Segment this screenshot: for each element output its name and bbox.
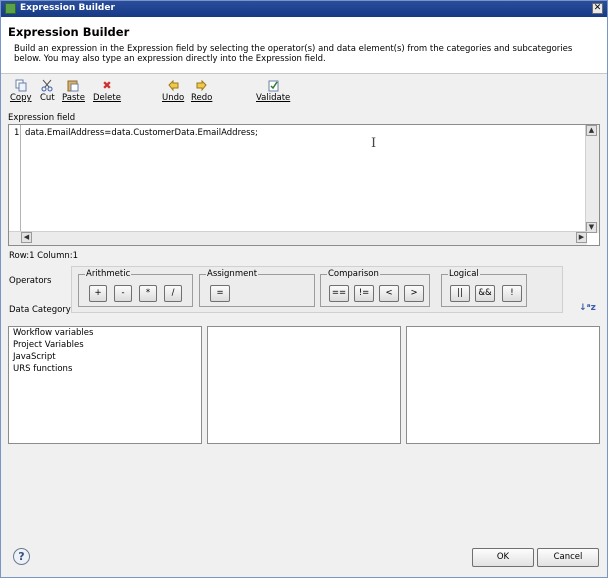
window-title: Expression Builder bbox=[20, 3, 115, 13]
assignment-label: Assignment bbox=[206, 269, 259, 279]
app-icon bbox=[5, 3, 16, 14]
horizontal-scrollbar[interactable]: ◀ ▶ bbox=[9, 231, 587, 245]
redo-button[interactable]: Redo bbox=[191, 79, 212, 103]
logical-label: Logical bbox=[448, 269, 480, 279]
plus-button[interactable]: + bbox=[89, 285, 107, 302]
cut-label: Cut bbox=[40, 93, 55, 103]
validate-icon bbox=[266, 79, 280, 92]
redo-icon bbox=[195, 79, 209, 92]
paste-icon bbox=[66, 79, 80, 92]
subcategory-list[interactable] bbox=[207, 326, 401, 444]
text-cursor-icon: I bbox=[371, 136, 377, 151]
copy-label: Copy bbox=[10, 93, 32, 103]
scroll-down-icon[interactable]: ▼ bbox=[586, 222, 597, 233]
title-bar: Expression Builder ✕ bbox=[1, 1, 607, 17]
validate-label: Validate bbox=[256, 93, 291, 103]
minus-button[interactable]: - bbox=[114, 285, 132, 302]
undo-label: Undo bbox=[162, 93, 185, 103]
validate-button[interactable]: Validate bbox=[256, 79, 290, 103]
logical-group: Logical || && ! bbox=[441, 269, 527, 307]
line-number: 1 bbox=[14, 128, 20, 138]
close-icon[interactable]: ✕ bbox=[592, 3, 603, 14]
comparison-label: Comparison bbox=[327, 269, 380, 279]
redo-label: Redo bbox=[191, 93, 213, 103]
assign-button[interactable]: = bbox=[210, 285, 230, 302]
data-category-label: Data Category bbox=[9, 305, 71, 315]
greater-than-button[interactable]: > bbox=[404, 285, 424, 302]
operators-label: Operators bbox=[9, 276, 52, 286]
category-item-workflow-variables[interactable]: Workflow variables bbox=[9, 327, 201, 339]
not-button[interactable]: ! bbox=[502, 285, 522, 302]
delete-icon: ✖ bbox=[102, 79, 112, 92]
equals-button[interactable]: == bbox=[329, 285, 349, 302]
delete-button[interactable]: ✖ Delete bbox=[93, 79, 121, 103]
less-than-button[interactable]: < bbox=[379, 285, 399, 302]
sort-az-icon[interactable]: ↓ᵃz bbox=[579, 303, 596, 313]
copy-button[interactable]: Copy bbox=[10, 79, 32, 103]
comparison-group: Comparison == != < > bbox=[320, 269, 430, 307]
expression-field-label: Expression field bbox=[8, 113, 76, 123]
line-number-gutter: 1 bbox=[9, 125, 21, 233]
multiply-button[interactable]: * bbox=[139, 285, 157, 302]
paste-label: Paste bbox=[62, 93, 85, 103]
scroll-right-icon[interactable]: ▶ bbox=[576, 232, 587, 243]
ok-button[interactable]: OK bbox=[472, 548, 534, 567]
vertical-scrollbar[interactable]: ▲ ▼ bbox=[585, 125, 599, 233]
cancel-button[interactable]: Cancel bbox=[537, 548, 599, 567]
delete-label: Delete bbox=[93, 93, 121, 103]
scroll-left-icon[interactable]: ◀ bbox=[21, 232, 32, 243]
expression-field[interactable]: 1 data.EmailAddress=data.CustomerData.Em… bbox=[8, 124, 600, 246]
dialog-description: Build an expression in the Expression fi… bbox=[14, 44, 573, 64]
divide-button[interactable]: / bbox=[164, 285, 182, 302]
category-item-urs-functions[interactable]: URS functions bbox=[9, 363, 201, 375]
help-icon[interactable]: ? bbox=[13, 548, 30, 565]
arithmetic-group: Arithmetic + - * / bbox=[78, 269, 193, 307]
arithmetic-label: Arithmetic bbox=[85, 269, 132, 279]
paste-button[interactable]: Paste bbox=[62, 79, 85, 103]
and-button[interactable]: && bbox=[475, 285, 495, 302]
scroll-up-icon[interactable]: ▲ bbox=[586, 125, 597, 136]
cursor-position-status: Row:1 Column:1 bbox=[9, 251, 79, 261]
category-list[interactable]: Workflow variables Project Variables Jav… bbox=[8, 326, 202, 444]
expression-code[interactable]: data.EmailAddress=data.CustomerData.Emai… bbox=[25, 128, 258, 138]
copy-icon bbox=[14, 79, 28, 92]
dialog-title: Expression Builder bbox=[8, 25, 130, 39]
cut-icon bbox=[40, 79, 54, 92]
expression-builder-window: Expression Builder ✕ Expression Builder … bbox=[0, 0, 608, 578]
cut-button[interactable]: Cut bbox=[40, 79, 55, 103]
dialog-header: Expression Builder Build an expression i… bbox=[1, 17, 607, 74]
or-button[interactable]: || bbox=[450, 285, 470, 302]
not-equals-button[interactable]: != bbox=[354, 285, 374, 302]
undo-icon bbox=[166, 79, 180, 92]
toolbar: Copy Cut Paste ✖ Delete Undo Redo Valida… bbox=[1, 79, 607, 109]
undo-button[interactable]: Undo bbox=[162, 79, 184, 103]
assignment-group: Assignment = bbox=[199, 269, 315, 307]
category-item-javascript[interactable]: JavaScript bbox=[9, 351, 201, 363]
data-element-list[interactable] bbox=[406, 326, 600, 444]
category-item-project-variables[interactable]: Project Variables bbox=[9, 339, 201, 351]
